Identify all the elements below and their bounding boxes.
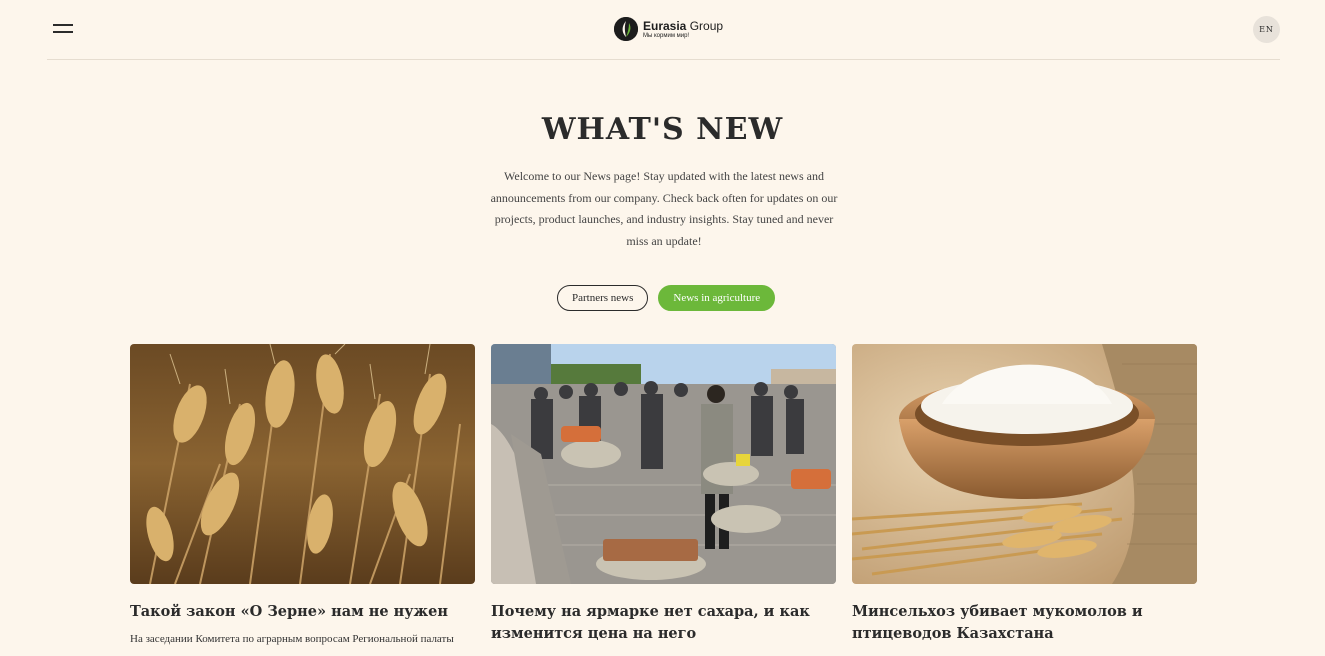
news-card[interactable]: Минсельхоз убивает мукомолов и птицеводо…	[852, 344, 1197, 651]
leaf-logo-icon	[614, 17, 638, 41]
logo[interactable]: Eurasia Group Мы кормим мир!	[614, 15, 723, 43]
news-card-title[interactable]: Такой закон «О Зерне» нам не нужен	[130, 601, 475, 623]
news-card[interactable]: Почему на ярмарке нет сахара, и как изме…	[491, 344, 836, 651]
wheat-ears-photo[interactable]	[130, 344, 475, 584]
news-card-excerpt: На заседании Комитета по аграрным вопрос…	[130, 633, 454, 645]
language-switch-button[interactable]: EN	[1253, 16, 1280, 43]
hamburger-menu-icon[interactable]	[53, 21, 75, 35]
news-card-title[interactable]: Минсельхоз убивает мукомолов и птицеводо…	[852, 601, 1197, 645]
page-intro: Welcome to our News page! Stay updated w…	[490, 169, 838, 248]
news-card[interactable]: Такой закон «О Зерне» нам не нужен На за…	[130, 344, 475, 649]
logo-name: Eurasia Group	[643, 18, 724, 33]
news-filters: Partners news News in agriculture	[557, 285, 776, 311]
logo-tagline: Мы кормим мир!	[643, 32, 690, 39]
filter-partners-news[interactable]: Partners news	[557, 285, 649, 311]
site-header: Eurasia Group Мы кормим мир! EN	[47, 0, 1280, 60]
page-title: WHAT'S NEW	[541, 112, 784, 147]
filter-news-in-agriculture[interactable]: News in agriculture	[658, 285, 776, 311]
news-card-title[interactable]: Почему на ярмарке нет сахара, и как изме…	[491, 601, 836, 645]
market-fair-photo[interactable]	[491, 344, 836, 584]
flour-bowl-photo[interactable]	[852, 344, 1197, 584]
